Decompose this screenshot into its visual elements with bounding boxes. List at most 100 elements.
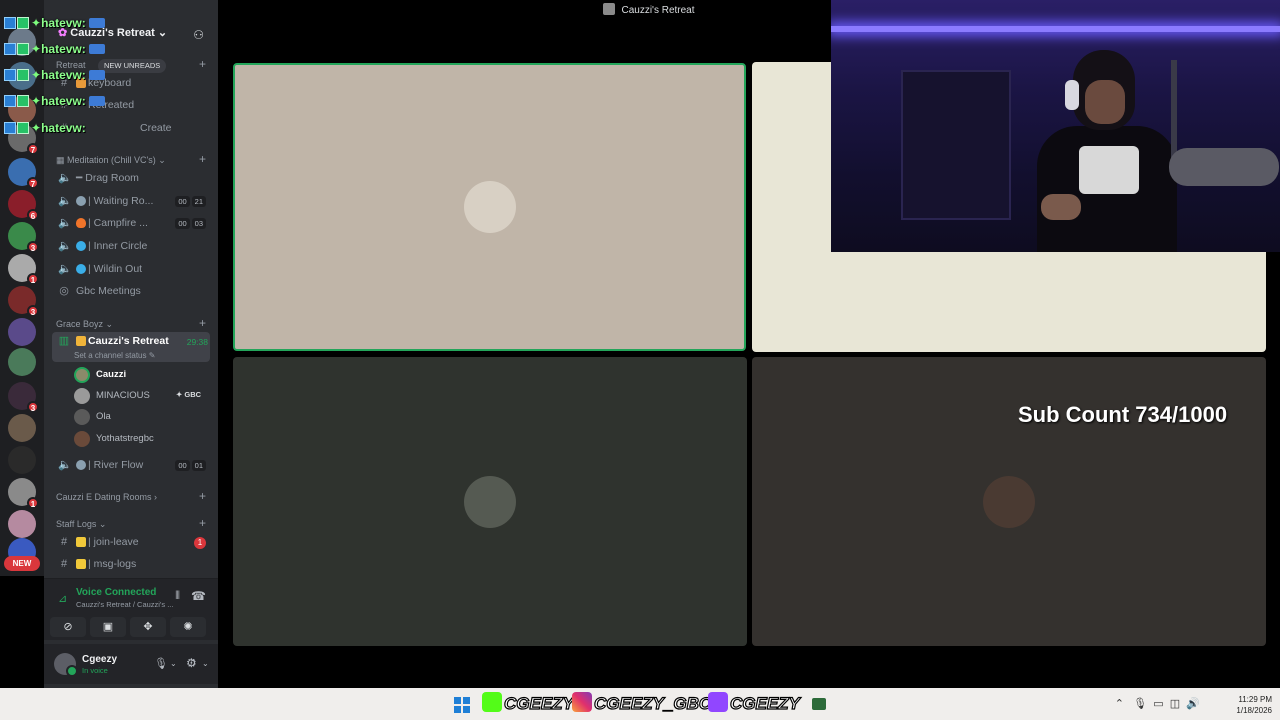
voice-channel-drag-room[interactable]: 🔈 ━ Drag Room [52,169,210,189]
server-icon[interactable] [8,510,36,538]
add-channel-icon[interactable]: + [199,517,206,529]
channel-label: | msg-logs [88,558,137,570]
mention-badge: 1 [194,537,206,549]
video-tile[interactable] [752,357,1266,646]
channel-label: | Inner Circle [88,240,148,252]
channel-label: | Waiting Ro... [88,195,154,207]
server-icon[interactable] [8,318,36,346]
server-icon[interactable]: 1 [8,254,39,285]
microphone-icon[interactable]: 🎙 [154,657,168,670]
chat-message: ✦hatevw: [4,66,105,84]
volume-icon[interactable]: 🔊 [1186,698,1200,710]
led-strip [831,26,1280,32]
clock-date[interactable]: 1/18/2026 [1228,706,1272,715]
server-unread-badge: 1 [27,497,39,509]
server-unread-badge: 7 [27,177,39,189]
activities-button[interactable]: ✥ [130,617,166,637]
channel-emoji-icon [76,241,86,251]
chevron-down-icon[interactable]: ⌄ [170,659,177,668]
voice-channel-river-flow[interactable]: 🔈 | River Flow 00 01 [52,456,210,476]
category-grace-boyz[interactable]: Grace Boyz ⌄ [56,319,113,330]
add-channel-icon[interactable]: + [199,490,206,502]
speaker-icon: 🔈 [58,263,72,275]
video-tile-speaking[interactable] [233,63,746,351]
stage-channel-gbc-meetings[interactable]: ◎ Gbc Meetings [52,282,210,302]
server-icon[interactable] [8,348,36,376]
server-icon[interactable]: 3 [8,286,39,317]
webcam-overlay [831,0,1280,252]
kick-icon [482,692,502,712]
server-icon[interactable]: 1 [8,478,39,509]
participant-avatar [983,475,1035,528]
set-channel-status[interactable]: Set a channel status ✎ [74,351,155,360]
user-status: In voice [82,666,108,675]
member-name: MINACIOUS [96,390,150,401]
fire-icon [76,218,86,228]
server-unread-badge: 3 [27,305,39,317]
twitch-handle: CGEEZY [708,692,801,716]
avatar [74,409,90,425]
clock-time[interactable]: 11:29 PM [1232,695,1272,704]
user-name[interactable]: Cgeezy [82,654,117,665]
windows-start-icon[interactable] [454,697,470,713]
voice-connected-title: Voice Connected [76,587,157,598]
category-staff-logs[interactable]: Staff Logs ⌄ [56,519,106,530]
category-dating-rooms[interactable]: Cauzzi E Dating Rooms › [56,492,157,502]
add-channel-icon[interactable]: + [199,317,206,329]
add-channel-icon[interactable]: + [199,58,206,70]
camera-off-button[interactable]: ⊘ [50,617,86,637]
channel-msg-logs[interactable]: # | msg-logs [52,555,210,575]
network-icon[interactable]: ◫ [1170,698,1180,710]
voice-channel-wildin-out[interactable]: 🔈 | Wildin Out [52,260,210,280]
display-icon[interactable]: ▭ [1153,698,1163,710]
server-unread-badge: 1 [27,273,39,285]
signal-icon[interactable]: ⊿ [58,592,67,605]
sub-count-overlay: Sub Count 734/1000 [1018,402,1228,427]
add-channel-icon[interactable]: + [199,153,206,165]
avatar[interactable] [54,653,78,677]
text-channel-icon: # [60,536,68,548]
server-icon[interactable]: 3 [8,222,39,253]
video-tile[interactable] [233,357,747,646]
voice-channel-waiting-room[interactable]: 🔈 | Waiting Ro... 00 21 [52,192,210,212]
channel-label: Gbc Meetings [76,285,141,297]
chevron-up-icon[interactable]: ⌃ [1115,698,1124,710]
channel-emoji-icon [76,460,86,470]
screen-share-button[interactable]: ▣ [90,617,126,637]
category-meditation[interactable]: ▦ Meditation (Chill VC's) ⌄ [56,155,166,166]
settings-icon[interactable]: ⚙ [186,656,197,670]
server-unread-badge: 3 [27,401,39,413]
call-timer: 29:38 [186,337,208,347]
server-unread-badge: 3 [27,241,39,253]
invite-people-icon[interactable]: ⚇ [193,28,204,42]
server-icon[interactable] [8,414,36,442]
stage-icon: ◎ [59,285,69,297]
voice-channel-campfire[interactable]: 🔈 | Campfire ... 00 03 [52,214,210,234]
speaker-icon: 🔈 [58,459,72,471]
soundboard-button[interactable]: ✺ [170,617,206,637]
channel-label: | River Flow [88,459,144,471]
server-icon[interactable]: 7 [8,158,39,189]
avatar [74,388,90,404]
server-icon[interactable]: 6 [8,190,39,221]
channel-join-leave[interactable]: # | join-leave 1 [52,533,210,553]
noise-suppression-icon[interactable]: ⦀ [175,590,180,603]
voice-channel-path[interactable]: Cauzzi's Retreat / Cauzzi's ... [76,600,173,609]
speaker-icon: 🔈 [58,172,72,184]
speaker-icon: 🔈 [58,195,72,207]
speaker-icon: 🔈 [58,240,72,252]
instagram-icon [572,692,592,712]
server-unread-badge: 7 [27,143,39,155]
terminal-app-icon[interactable] [812,698,826,710]
voice-channel-inner-circle[interactable]: 🔈 | Inner Circle [52,237,210,257]
chevron-down-icon[interactable]: ⌄ [202,659,209,668]
streamer [1031,40,1181,252]
channel-emoji-icon [76,559,86,569]
user-count: 00 03 [175,218,206,229]
server-icon[interactable]: 3 [8,382,39,413]
server-icon[interactable] [8,446,36,474]
channel-label: Create [140,122,172,134]
microphone-icon[interactable]: 🎙 [1133,698,1147,710]
disconnect-icon[interactable]: ☎ [191,589,206,603]
user-count: 00 21 [175,196,206,207]
